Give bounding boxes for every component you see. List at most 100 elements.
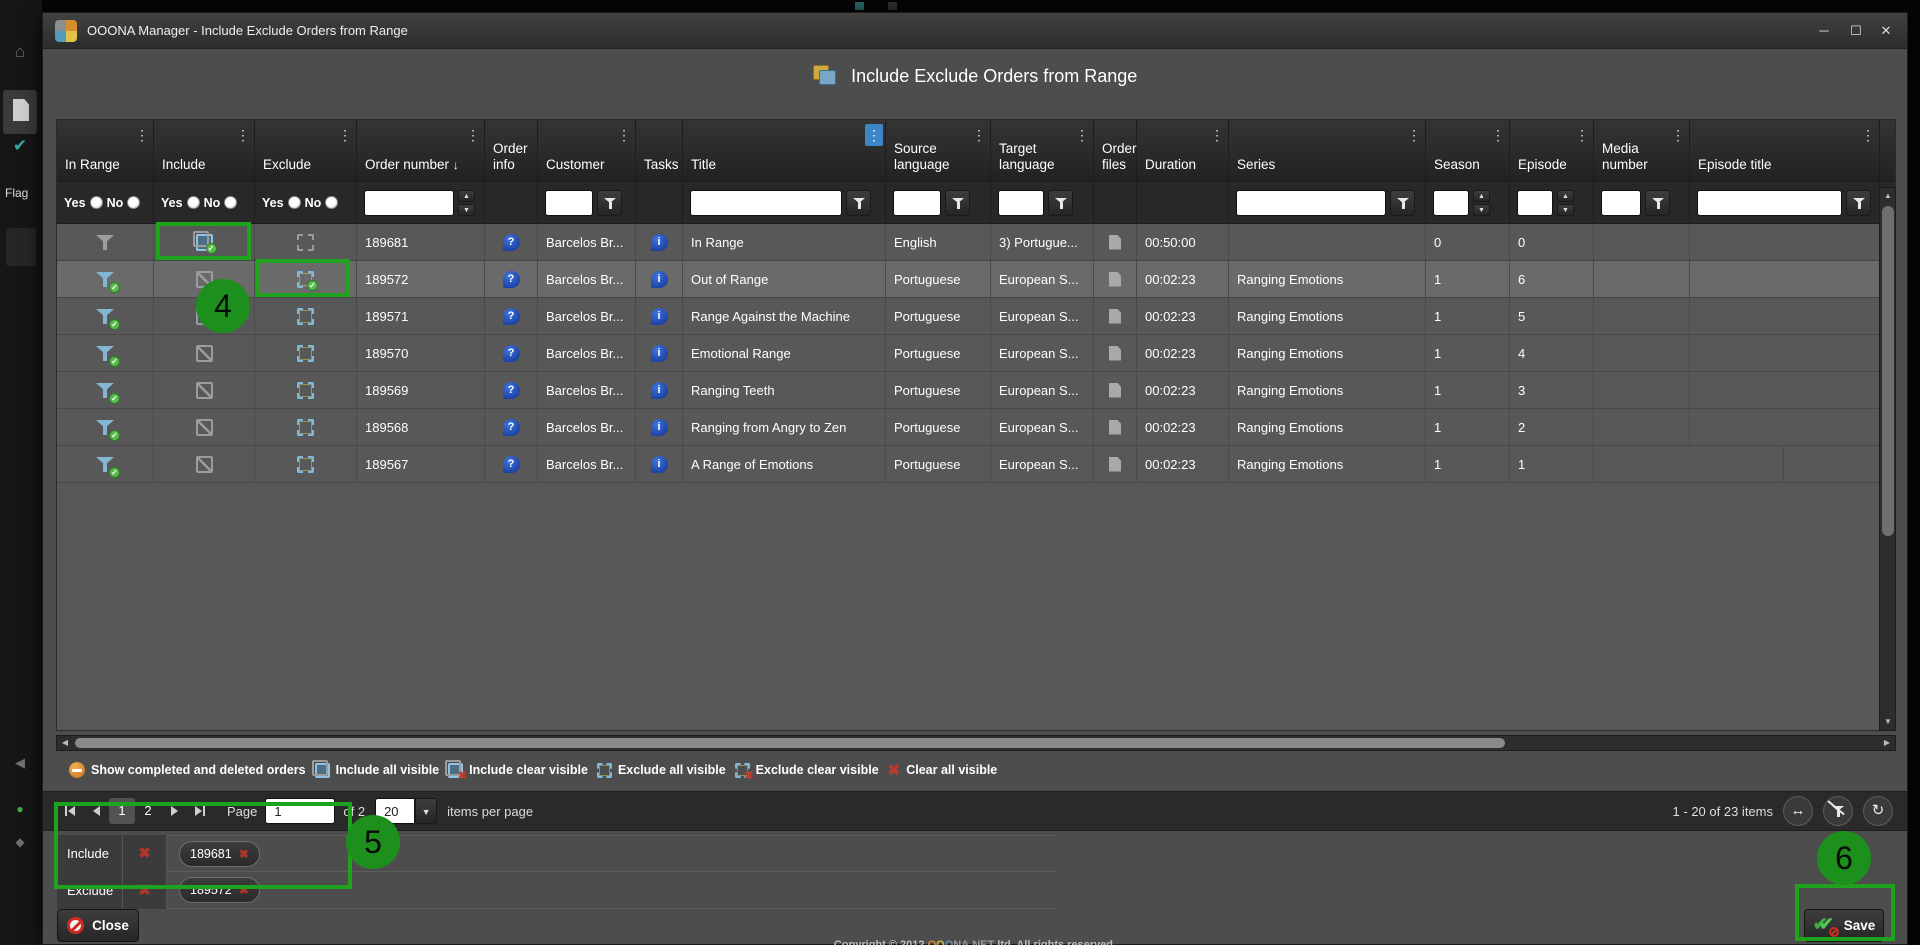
horizontal-scrollbar-thumb[interactable]	[75, 738, 1505, 748]
column-header-target-language[interactable]: Target language⋮	[991, 120, 1094, 181]
scroll-down-icon[interactable]: ▼	[1880, 714, 1896, 730]
exclude-no-radio[interactable]	[325, 196, 338, 209]
exclude-available-icon[interactable]	[297, 382, 314, 399]
tasks-info-icon[interactable]: i	[651, 345, 668, 362]
column-header-tasks[interactable]: Tasks	[636, 120, 683, 181]
column-header-include[interactable]: Include⋮	[154, 120, 255, 181]
fit-columns-button[interactable]: ↔	[1783, 796, 1813, 826]
column-menu-icon[interactable]: ⋮	[464, 124, 482, 146]
scroll-left-icon[interactable]: ◀	[57, 736, 73, 750]
order-files-icon[interactable]	[1109, 346, 1121, 361]
scroll-up-icon[interactable]: ▲	[1880, 188, 1896, 204]
include-clear-icon[interactable]	[448, 763, 463, 778]
order-files-icon[interactable]	[1109, 309, 1121, 324]
order-files-icon[interactable]	[1109, 383, 1121, 398]
target-language-filter-input[interactable]	[998, 190, 1044, 216]
customer-filter-input[interactable]	[545, 190, 593, 216]
source-language-filter-button[interactable]	[945, 190, 970, 216]
in-range-no-radio[interactable]	[127, 196, 140, 209]
order-info-icon[interactable]: ?	[503, 308, 520, 325]
tasks-info-icon[interactable]: i	[651, 382, 668, 399]
include-off-icon[interactable]	[196, 419, 213, 436]
include-no-radio[interactable]	[224, 196, 237, 209]
order-number-spinner[interactable]: ▲▼	[458, 190, 475, 216]
order-info-icon[interactable]: ?	[503, 419, 520, 436]
include-yes-radio[interactable]	[187, 196, 200, 209]
column-menu-icon[interactable]: ⋮	[133, 124, 151, 146]
column-header-duration[interactable]: Duration⋮	[1137, 120, 1229, 181]
table-row[interactable]: 189567 ? Barcelos Br... i A Range of Emo…	[57, 446, 1895, 483]
include-all-icon[interactable]	[315, 763, 330, 778]
close-button[interactable]: Close	[57, 909, 139, 942]
tasks-info-icon[interactable]: i	[651, 308, 668, 325]
minimize-button[interactable]: ─	[1811, 21, 1837, 41]
column-header-customer[interactable]: Customer⋮	[538, 120, 636, 181]
exclude-available-icon[interactable]	[297, 308, 314, 325]
title-filter-button[interactable]	[846, 190, 871, 216]
include-off-icon[interactable]	[196, 456, 213, 473]
show-completed-icon[interactable]	[69, 762, 85, 778]
column-header-order-info[interactable]: Order info	[485, 120, 538, 181]
tasks-info-icon[interactable]: i	[651, 456, 668, 473]
series-filter-input[interactable]	[1236, 190, 1386, 216]
column-header-order-files[interactable]: Order files	[1094, 120, 1137, 181]
column-menu-icon[interactable]: ⋮	[970, 124, 988, 146]
media-number-filter-button[interactable]	[1645, 190, 1670, 216]
column-header-season[interactable]: Season⋮	[1426, 120, 1510, 181]
season-filter-input[interactable]	[1433, 190, 1469, 216]
in-range-yes-radio[interactable]	[90, 196, 103, 209]
column-menu-icon[interactable]: ⋮	[336, 124, 354, 146]
target-language-filter-button[interactable]	[1048, 190, 1073, 216]
maximize-button[interactable]: ☐	[1843, 21, 1869, 41]
order-files-icon[interactable]	[1109, 457, 1121, 472]
order-info-icon[interactable]: ?	[503, 234, 520, 251]
column-header-title[interactable]: Title⋮	[683, 120, 886, 181]
episode-title-filter-input[interactable]	[1697, 190, 1842, 216]
column-menu-icon[interactable]: ⋮	[1669, 124, 1687, 146]
column-menu-icon[interactable]: ⋮	[1859, 124, 1877, 146]
column-header-episode[interactable]: Episode⋮	[1510, 120, 1594, 181]
chevron-down-icon[interactable]: ▼	[415, 798, 437, 824]
vertical-scrollbar[interactable]: ▲ ▼	[1879, 187, 1896, 731]
column-header-series[interactable]: Series⋮	[1229, 120, 1426, 181]
order-info-icon[interactable]: ?	[503, 271, 520, 288]
vertical-scrollbar-thumb[interactable]	[1882, 206, 1894, 536]
source-language-filter-input[interactable]	[893, 190, 941, 216]
column-header-source-language[interactable]: Source language⋮	[886, 120, 991, 181]
include-off-icon[interactable]	[196, 382, 213, 399]
exclude-clear-icon[interactable]	[735, 763, 750, 778]
column-menu-icon[interactable]: ⋮	[615, 124, 633, 146]
exclude-yes-radio[interactable]	[288, 196, 301, 209]
table-row[interactable]: 189568 ? Barcelos Br... i Ranging from A…	[57, 409, 1895, 446]
exclude-all-icon[interactable]	[597, 763, 612, 778]
column-header-media-number[interactable]: Media number⋮	[1594, 120, 1690, 181]
table-row[interactable]: 189571 ? Barcelos Br... i Range Against …	[57, 298, 1895, 335]
title-filter-input[interactable]	[690, 190, 842, 216]
media-number-filter-input[interactable]	[1601, 190, 1641, 216]
column-header-order-number[interactable]: Order number ↓⋮	[357, 120, 485, 181]
column-header-in-range[interactable]: In Range⋮	[57, 120, 154, 181]
exclude-available-icon[interactable]	[297, 456, 314, 473]
column-menu-icon[interactable]: ⋮	[1573, 124, 1591, 146]
order-info-icon[interactable]: ?	[503, 382, 520, 399]
column-menu-icon[interactable]: ⋮	[234, 124, 252, 146]
order-files-icon[interactable]	[1109, 420, 1121, 435]
column-header-exclude[interactable]: Exclude⋮	[255, 120, 357, 181]
exclude-available-icon[interactable]	[297, 419, 314, 436]
series-filter-button[interactable]	[1390, 190, 1415, 216]
customer-filter-button[interactable]	[597, 190, 622, 216]
column-menu-icon[interactable]: ⋮	[1489, 124, 1507, 146]
column-menu-icon[interactable]: ⋮	[1208, 124, 1226, 146]
horizontal-scrollbar[interactable]: ◀ ▶	[56, 735, 1896, 751]
order-files-icon[interactable]	[1109, 272, 1121, 287]
order-number-filter-input[interactable]	[364, 190, 454, 216]
column-header-episode-title[interactable]: Episode title⋮	[1690, 120, 1880, 181]
tasks-info-icon[interactable]: i	[651, 234, 668, 251]
table-row[interactable]: 189569 ? Barcelos Br... i Ranging Teeth …	[57, 372, 1895, 409]
clear-filters-button[interactable]	[1823, 796, 1853, 826]
title-bar[interactable]: OOONA Manager - Include Exclude Orders f…	[43, 13, 1907, 49]
episode-filter-input[interactable]	[1517, 190, 1553, 216]
exclude-off-icon[interactable]	[297, 234, 314, 251]
tasks-info-icon[interactable]: i	[651, 271, 668, 288]
order-info-icon[interactable]: ?	[503, 456, 520, 473]
